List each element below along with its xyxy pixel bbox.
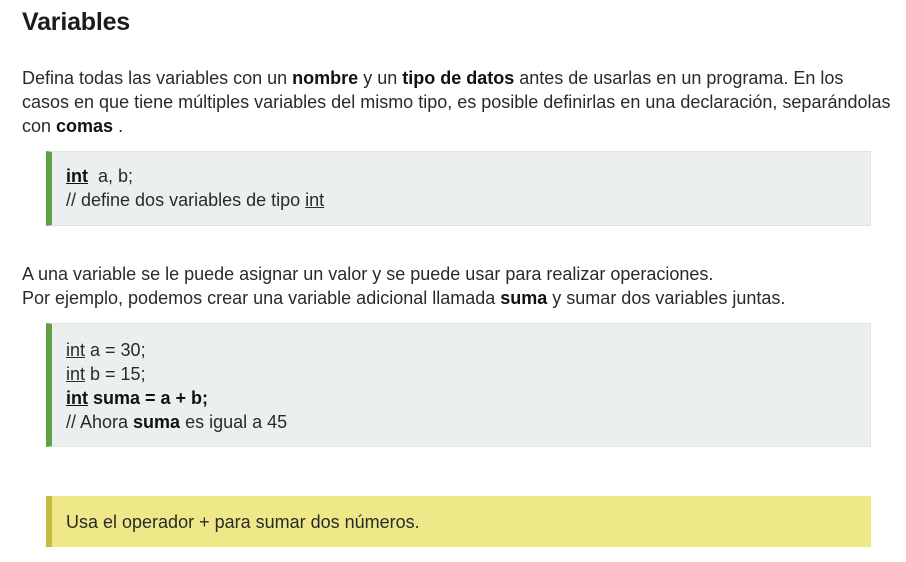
code-comment-line: // define dos variables de tipo int <box>66 188 870 212</box>
intro-bold-comas: comas <box>56 116 114 136</box>
operations-paragraph: A una variable se le puede asignar un va… <box>22 262 892 310</box>
operations-text-2: y sumar dos variables juntas. <box>547 288 786 308</box>
intro-text-1: Defina todas las variables con un <box>22 68 293 88</box>
page-title: Variables <box>22 8 131 36</box>
code-line: int a = 30; <box>66 338 870 362</box>
code-text: b = 15; <box>85 364 146 384</box>
operations-text-1: Por ejemplo, podemos crear una variable … <box>22 288 501 308</box>
code-line: int b = 15; <box>66 362 870 386</box>
code-comment-rest: es igual a 45 <box>180 412 288 432</box>
intro-text-4: . <box>113 116 124 136</box>
code-comment-line: // Ahora suma es igual a 45 <box>66 410 870 434</box>
code-keyword-int: int <box>66 166 88 186</box>
code-text: a, b; <box>88 166 134 186</box>
intro-paragraph: Defina todas las variables con un nombre… <box>22 66 892 138</box>
tip-note-text: Usa el operador + para sumar dos números… <box>66 512 420 532</box>
code-keyword-int: int <box>66 340 86 360</box>
code-keyword-int: int <box>66 388 88 408</box>
code-text-bold: suma = a + b; <box>88 388 209 408</box>
code-block-sum: int a = 30; int b = 15; int suma = a + b… <box>46 323 871 447</box>
code-comment: // Ahora <box>66 412 134 432</box>
operations-line-1: A una variable se le puede asignar un va… <box>22 264 714 284</box>
code-line-bold: int suma = a + b; <box>66 386 870 410</box>
intro-bold-tipo-de-datos: tipo de datos <box>402 68 515 88</box>
intro-bold-nombre: nombre <box>292 68 359 88</box>
intro-text-2: y un <box>358 68 403 88</box>
code-keyword-int: int <box>66 364 86 384</box>
tip-note: Usa el operador + para sumar dos números… <box>46 496 871 547</box>
code-comment-bold-suma: suma <box>133 412 181 432</box>
code-block-declaration: int a, b; // define dos variables de tip… <box>46 151 871 226</box>
code-comment: // define dos variables de tipo <box>66 190 306 210</box>
code-line: int a, b; <box>66 164 870 188</box>
code-text: a = 30; <box>85 340 146 360</box>
operations-bold-suma: suma <box>500 288 548 308</box>
code-keyword-int: int <box>305 190 325 210</box>
